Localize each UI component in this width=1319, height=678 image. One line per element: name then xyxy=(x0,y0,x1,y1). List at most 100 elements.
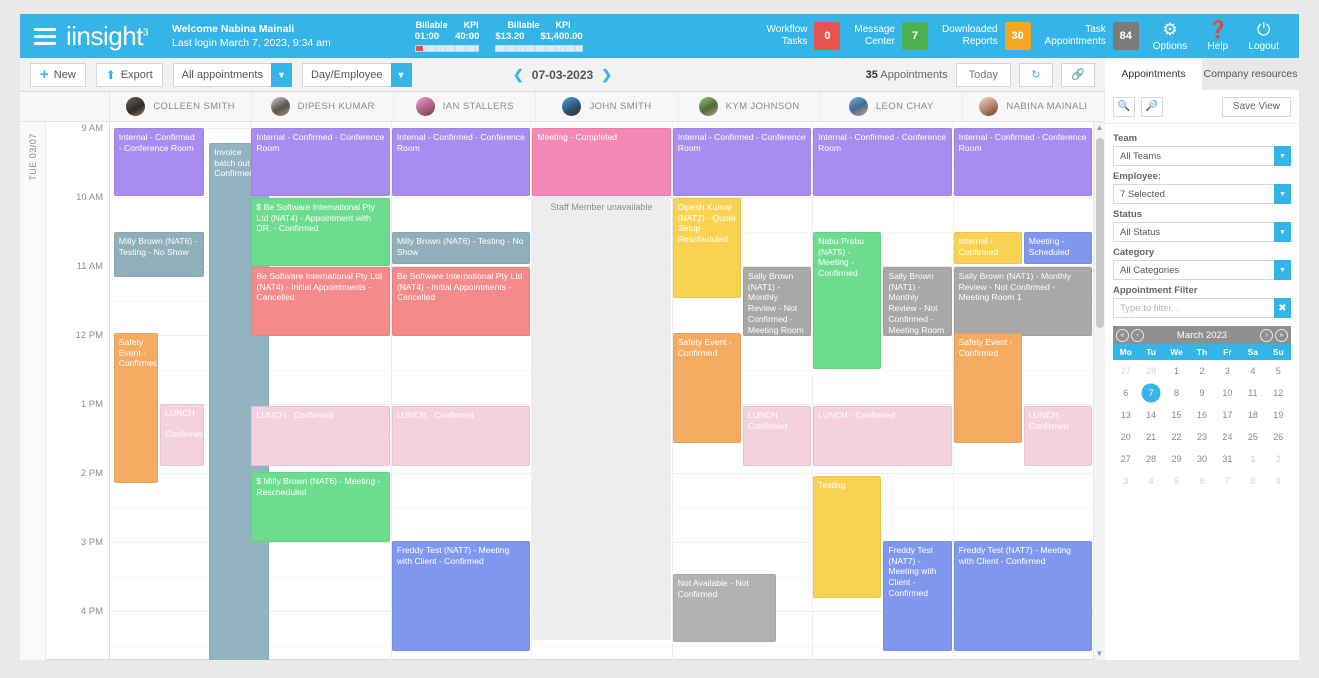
mini-calendar-day[interactable]: 1 xyxy=(1240,448,1265,470)
export-button[interactable]: ⬆ Export xyxy=(95,62,163,87)
employee-column-header-5[interactable]: LEON CHAY xyxy=(821,92,963,121)
calendar-event[interactable]: Internal - Confirmed - Conference Room xyxy=(672,128,812,196)
next-year-icon[interactable]: » xyxy=(1274,328,1288,342)
calendar-event[interactable]: Freddy Test (NAT7) - Meeting with Client… xyxy=(391,541,531,651)
calendar-event[interactable]: Freddy Test (NAT7) - Meeting with Client… xyxy=(883,541,952,651)
scrollbar-thumb[interactable] xyxy=(1096,138,1104,328)
employee-column-header-6[interactable]: NABINA MAINALI xyxy=(963,92,1105,121)
prev-month-icon[interactable]: ‹ xyxy=(1131,328,1144,342)
menu-toggle-icon[interactable] xyxy=(34,27,56,45)
calendar-event[interactable]: Internal - Confirmed - Conference Room xyxy=(953,128,1092,196)
employee-column-header-2[interactable]: IAN STALLERS xyxy=(394,92,537,121)
calendar-event[interactable]: Nabu Prabu (NAT5) - Meeting - Confirmed xyxy=(813,232,882,369)
calendar-event[interactable]: Freddy Test (NAT7) - Meeting with Client… xyxy=(953,541,1092,651)
employee-column-header-3[interactable]: JOHN SMITH xyxy=(536,92,679,121)
employee-filter-select[interactable]: 7 Selected ▼ xyxy=(1113,184,1291,204)
mini-calendar-day[interactable]: 13 xyxy=(1113,404,1138,426)
calendar-event[interactable]: Be Software International Pty Ltd (NAT4)… xyxy=(251,267,390,336)
mini-calendar-day[interactable]: 29 xyxy=(1164,448,1189,470)
mini-calendar-day[interactable]: 15 xyxy=(1164,404,1189,426)
logout-button[interactable]: ⏻ Logout xyxy=(1248,20,1279,52)
new-appointment-button[interactable]: + New xyxy=(30,62,86,87)
mini-calendar-day[interactable]: 9 xyxy=(1189,382,1214,404)
mini-calendar-day[interactable]: 19 xyxy=(1266,404,1291,426)
employee-column-header-1[interactable]: DIPESH KUMAR xyxy=(252,92,395,121)
mini-calendar-day[interactable]: 1 xyxy=(1164,360,1189,382)
mini-calendar-day[interactable]: 14 xyxy=(1138,404,1163,426)
calendar-scrollbar[interactable]: ▲ ▼ xyxy=(1093,122,1105,660)
category-filter-select[interactable]: All Categories ▼ xyxy=(1113,260,1291,280)
calendar-event[interactable]: Milly Brown (NAT6) - Testing - No Show xyxy=(391,232,531,264)
appointment-filter-input[interactable]: Type to filter... xyxy=(1113,298,1274,318)
counter-downloaded-reports[interactable]: Downloaded Reports 30 xyxy=(942,22,1031,50)
calendar-event[interactable]: LUNCH - Confirmed xyxy=(813,406,952,466)
counter-task-appointments[interactable]: Task Appointments 84 xyxy=(1045,22,1139,50)
employee-column-header-4[interactable]: KYM JOHNSON xyxy=(679,92,821,121)
mini-calendar-day[interactable]: 3 xyxy=(1113,470,1138,492)
close-icon[interactable]: ✖ xyxy=(1274,298,1291,318)
tab-company-resources[interactable]: Company resources xyxy=(1202,58,1299,90)
mini-calendar-day[interactable]: 9 xyxy=(1266,470,1291,492)
mini-calendar-day[interactable]: 8 xyxy=(1240,470,1265,492)
calendar-event[interactable]: Dipesh Kumar (NAT2) - Quote Setup - Resc… xyxy=(672,198,741,298)
calendar-event[interactable]: Sally Brown (NAT1) - Monthly Review - No… xyxy=(883,267,952,336)
mini-calendar-day[interactable]: 3 xyxy=(1215,360,1240,382)
calendar-grid[interactable]: Staff Member unavailable Internal - Confi… xyxy=(110,122,1093,660)
mini-calendar-day[interactable]: 10 xyxy=(1215,382,1240,404)
mini-calendar-day[interactable]: 4 xyxy=(1138,470,1163,492)
mini-calendar-day[interactable]: 6 xyxy=(1189,470,1214,492)
calendar-event[interactable]: Internal - Confirmed - Conference Room xyxy=(113,128,205,196)
scroll-down-icon[interactable]: ▼ xyxy=(1094,649,1105,658)
calendar-event[interactable]: Sally Brown (NAT1) - Monthly Review - No… xyxy=(742,267,812,336)
mini-calendar-day[interactable]: 4 xyxy=(1240,360,1265,382)
status-filter-select[interactable]: All Status ▼ xyxy=(1113,222,1291,242)
mini-calendar-day[interactable]: 16 xyxy=(1189,404,1214,426)
mini-calendar-day[interactable]: 23 xyxy=(1189,426,1214,448)
calendar-event[interactable]: Internal - Confirmed xyxy=(953,232,1022,264)
counter-workflow-tasks[interactable]: Workflow Tasks 0 xyxy=(766,22,841,50)
mini-calendar-day[interactable]: 6 xyxy=(1113,382,1138,404)
calendar-event[interactable]: Safety Event - Confirmed xyxy=(113,333,159,483)
calendar-event[interactable]: Safety Event - Confirmed xyxy=(672,333,741,443)
calendar-event[interactable]: Internal - Confirmed - Conference Room xyxy=(813,128,952,196)
next-day-icon[interactable]: ❯ xyxy=(601,67,612,83)
help-button[interactable]: ❓ Help xyxy=(1207,20,1228,52)
appointment-filter-select[interactable]: All appointments ▼ xyxy=(172,62,292,87)
tab-appointments[interactable]: Appointments xyxy=(1105,58,1202,90)
mini-calendar-day[interactable]: 12 xyxy=(1266,382,1291,404)
calendar-event[interactable]: Sally Brown (NAT1) - Monthly Review - No… xyxy=(953,267,1092,336)
mini-calendar-day[interactable]: 18 xyxy=(1240,404,1265,426)
today-button[interactable]: Today xyxy=(955,62,1011,87)
mini-calendar-day[interactable]: 17 xyxy=(1215,404,1240,426)
mini-calendar-day[interactable]: 2 xyxy=(1189,360,1214,382)
calendar-event[interactable]: $ Be Software International Pty Ltd (NAT… xyxy=(251,198,390,266)
mini-calendar-day[interactable]: 7 xyxy=(1215,470,1240,492)
calendar-event[interactable]: $ Milly Brown (NAT6) - Meeting - Resched… xyxy=(251,472,390,542)
mini-calendar-day[interactable]: 30 xyxy=(1189,448,1214,470)
mini-calendar-day[interactable]: 5 xyxy=(1164,470,1189,492)
mini-calendar-day[interactable]: 22 xyxy=(1164,426,1189,448)
mini-calendar-day[interactable]: 26 xyxy=(1266,426,1291,448)
mini-calendar-day[interactable]: 7 xyxy=(1138,382,1163,404)
mini-calendar-day[interactable]: 21 xyxy=(1138,426,1163,448)
prev-year-icon[interactable]: « xyxy=(1116,328,1129,342)
calendar-event[interactable]: Safety Event - Confirmed xyxy=(953,333,1022,443)
mini-calendar-day[interactable]: 28 xyxy=(1138,448,1163,470)
mini-calendar-day[interactable]: 11 xyxy=(1240,382,1265,404)
mini-calendar-title[interactable]: March 2023 xyxy=(1177,330,1227,341)
share-icon[interactable]: 🔗 xyxy=(1061,62,1095,87)
options-button[interactable]: ⚙ Options xyxy=(1153,20,1187,52)
mini-calendar-day[interactable]: 8 xyxy=(1164,382,1189,404)
calendar-event[interactable]: LUNCH - Confirmed xyxy=(391,406,531,466)
calendar-event[interactable]: Internal - Confirmed - Conference Room xyxy=(391,128,531,196)
mini-calendar-day[interactable]: 20 xyxy=(1113,426,1138,448)
mini-calendar-day[interactable]: 5 xyxy=(1266,360,1291,382)
mini-calendar-day[interactable]: 25 xyxy=(1240,426,1265,448)
zoom-out-icon[interactable]: 🔎 xyxy=(1141,96,1163,117)
mini-calendar-day[interactable]: 2 xyxy=(1266,448,1291,470)
previous-day-icon[interactable]: ❮ xyxy=(513,67,524,83)
save-view-button[interactable]: Save View xyxy=(1221,96,1291,117)
calendar-event[interactable]: LUNCH - Confirmed xyxy=(251,406,390,466)
mini-calendar-day[interactable]: 28 xyxy=(1138,360,1163,382)
counter-message-center[interactable]: Message Center 7 xyxy=(854,22,928,50)
